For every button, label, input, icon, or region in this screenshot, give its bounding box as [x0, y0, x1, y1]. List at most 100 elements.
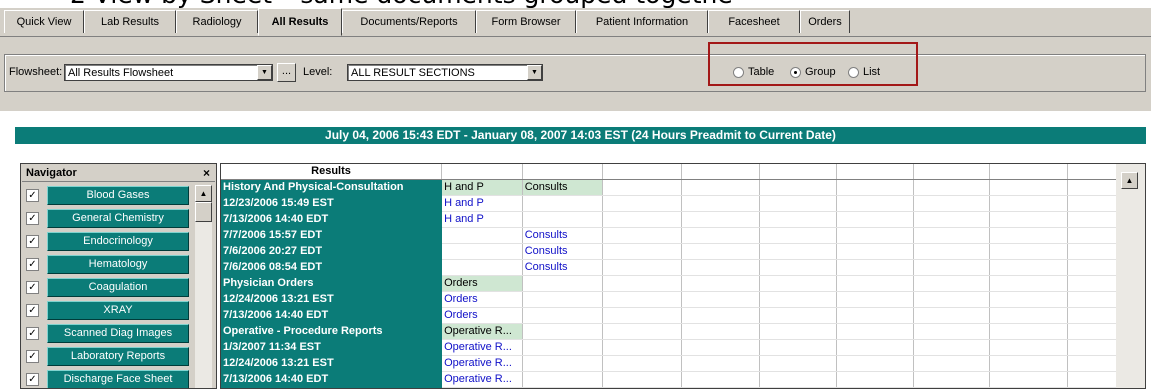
row-label: History And Physical-Consultation — [221, 179, 443, 196]
tab-bar: Quick View Lab Results Radiology All Res… — [0, 8, 1151, 37]
navigator-button-laboratory-reports[interactable]: Laboratory Reports — [47, 347, 189, 366]
result-link[interactable]: Consults — [522, 227, 604, 244]
result-link[interactable]: Operative R... — [441, 371, 523, 388]
result-link[interactable] — [522, 195, 604, 212]
checkbox-checked-icon[interactable]: ✓ — [26, 281, 39, 294]
tab-facesheet[interactable]: Facesheet — [708, 10, 800, 33]
results-scrollbar[interactable]: ▲ — [1116, 164, 1145, 388]
empty-cell — [522, 307, 604, 324]
navigator-header: Navigator × — [22, 165, 215, 182]
chevron-down-icon[interactable]: ▼ — [527, 65, 542, 80]
partial-title: 2 View by Sheet – same documents grouped… — [0, 0, 1151, 8]
results-table: Results History And Physical-Consultatio… — [221, 164, 1145, 388]
navigator-title: Navigator — [26, 167, 77, 179]
level-value: ALL RESULT SECTIONS — [351, 67, 475, 79]
tab-form-browser[interactable]: Form Browser — [476, 10, 576, 33]
result-link[interactable]: Operative R... — [441, 339, 523, 356]
result-link[interactable]: H and P — [441, 195, 523, 212]
navigator-item-xray: ✓ XRAY — [23, 300, 193, 322]
group-cell[interactable]: H and P — [441, 179, 523, 196]
navigator-button-discharge-face-sheet[interactable]: Discharge Face Sheet — [47, 370, 189, 388]
scroll-up-arrow-icon[interactable]: ▲ — [1121, 172, 1138, 189]
tab-patient-information[interactable]: Patient Information — [576, 10, 708, 33]
navigator-item-general-chemistry: ✓ General Chemistry — [23, 208, 193, 230]
row-label: 7/13/2006 14:40 EDT — [221, 371, 443, 388]
flowsheet-label: Flowsheet: — [9, 66, 63, 78]
checkbox-checked-icon[interactable]: ✓ — [26, 258, 39, 271]
checkbox-checked-icon[interactable]: ✓ — [26, 373, 39, 386]
level-select[interactable]: ALL RESULT SECTIONS ▼ — [347, 64, 543, 81]
tab-radiology[interactable]: Radiology — [176, 10, 258, 33]
column-header — [989, 164, 1068, 180]
table-row[interactable]: 7/6/2006 20:27 EDT Consults — [221, 243, 1145, 260]
scroll-up-arrow-icon[interactable]: ▲ — [195, 185, 212, 202]
close-icon[interactable]: × — [200, 167, 213, 180]
table-row[interactable]: 7/13/2006 14:40 EDT H and P — [221, 211, 1145, 228]
flowsheet-toolbar: Flowsheet: All Results Flowsheet ▼ ... L… — [0, 37, 1151, 111]
table-row-group[interactable]: Operative - Procedure Reports Operative … — [221, 323, 1145, 340]
result-link[interactable] — [441, 259, 523, 276]
result-link[interactable]: Consults — [522, 259, 604, 276]
table-row[interactable]: 7/6/2006 08:54 EDT Consults — [221, 259, 1145, 276]
row-label: Physician Orders — [221, 275, 443, 292]
group-cell[interactable]: Consults — [522, 179, 604, 196]
navigator-button-general-chemistry[interactable]: General Chemistry — [47, 209, 189, 228]
navigator-item-blood-gases: ✓ Blood Gases — [23, 185, 193, 207]
flowsheet-browse-button[interactable]: ... — [277, 63, 296, 82]
results-header-row: Results — [221, 164, 1145, 180]
table-row[interactable]: 12/24/2006 13:21 EST Operative R... — [221, 355, 1145, 372]
navigator-button-hematology[interactable]: Hematology — [47, 255, 189, 274]
flowsheet-value: All Results Flowsheet — [68, 67, 174, 79]
group-cell[interactable]: Operative R... — [441, 323, 523, 340]
tab-documents-reports[interactable]: Documents/Reports — [342, 10, 476, 33]
navigator-button-blood-gases[interactable]: Blood Gases — [47, 186, 189, 205]
row-label: 12/24/2006 13:21 EST — [221, 355, 443, 372]
view-list-radio[interactable] — [848, 67, 859, 78]
checkbox-checked-icon[interactable]: ✓ — [26, 350, 39, 363]
table-row[interactable]: 7/13/2006 14:40 EDT Operative R... — [221, 371, 1145, 388]
tab-quick-view[interactable]: Quick View — [4, 10, 84, 33]
results-grid: Results History And Physical-Consultatio… — [220, 163, 1146, 389]
table-row[interactable]: 12/24/2006 13:21 EST Orders — [221, 291, 1145, 308]
row-label: 7/13/2006 14:40 EDT — [221, 307, 443, 324]
table-row[interactable]: 12/23/2006 15:49 EST H and P — [221, 195, 1145, 212]
row-label: 1/3/2007 11:34 EST — [221, 339, 443, 356]
tab-orders[interactable]: Orders — [800, 10, 850, 33]
row-label: 7/13/2006 14:40 EDT — [221, 211, 443, 228]
navigator-scrollbar[interactable]: ▲ — [195, 185, 212, 388]
table-row[interactable]: 7/7/2006 15:57 EDT Consults — [221, 227, 1145, 244]
view-table-radio[interactable] — [733, 67, 744, 78]
navigator-button-scanned-diag-images[interactable]: Scanned Diag Images — [47, 324, 189, 343]
view-group-radio[interactable] — [790, 67, 801, 78]
result-link[interactable]: Orders — [441, 291, 523, 308]
checkbox-checked-icon[interactable]: ✓ — [26, 304, 39, 317]
flowsheet-select[interactable]: All Results Flowsheet ▼ — [64, 64, 273, 81]
checkbox-checked-icon[interactable]: ✓ — [26, 327, 39, 340]
result-link[interactable] — [441, 227, 523, 244]
scrollbar-thumb[interactable] — [195, 202, 212, 222]
table-row[interactable]: 1/3/2007 11:34 EST Operative R... — [221, 339, 1145, 356]
result-link[interactable]: H and P — [441, 211, 523, 228]
view-table-label: Table — [748, 66, 775, 78]
row-label: 7/6/2006 08:54 EDT — [221, 259, 443, 276]
navigator-button-endocrinology[interactable]: Endocrinology — [47, 232, 189, 251]
table-row-group[interactable]: Physician Orders Orders — [221, 275, 1145, 292]
tab-all-results[interactable]: All Results — [258, 8, 342, 36]
tab-lab-results[interactable]: Lab Results — [84, 10, 176, 33]
checkbox-checked-icon[interactable]: ✓ — [26, 235, 39, 248]
chevron-down-icon[interactable]: ▼ — [257, 65, 272, 80]
level-label: Level: — [303, 66, 333, 78]
checkbox-checked-icon[interactable]: ✓ — [26, 189, 39, 202]
result-link[interactable]: Consults — [522, 243, 604, 260]
table-row[interactable]: 7/13/2006 14:40 EDT Orders — [221, 307, 1145, 324]
partial-title-text: 2 View by Sheet – same documents grouped… — [70, 0, 733, 8]
navigator-button-xray[interactable]: XRAY — [47, 301, 189, 320]
result-link[interactable] — [522, 211, 604, 228]
navigator-button-coagulation[interactable]: Coagulation — [47, 278, 189, 297]
result-link[interactable] — [441, 243, 523, 260]
table-row-group[interactable]: History And Physical-Consultation H and … — [221, 179, 1145, 196]
group-cell[interactable]: Orders — [441, 275, 523, 292]
checkbox-checked-icon[interactable]: ✓ — [26, 212, 39, 225]
result-link[interactable]: Orders — [441, 307, 523, 324]
result-link[interactable]: Operative R... — [441, 355, 523, 372]
